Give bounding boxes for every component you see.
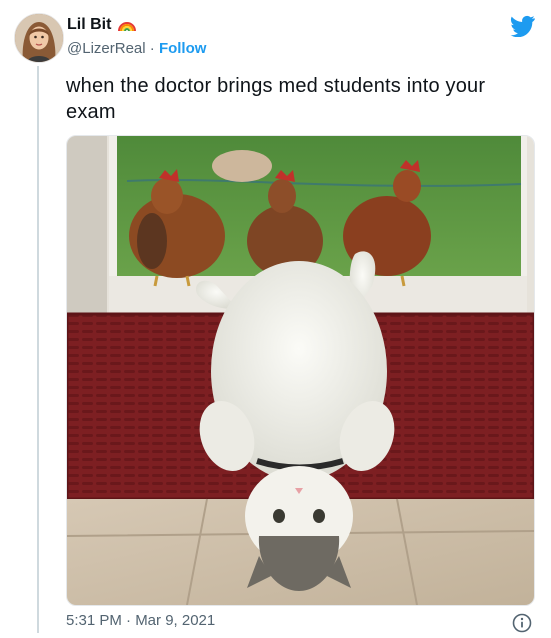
twitter-bird-icon[interactable] bbox=[510, 15, 535, 38]
follow-button[interactable]: Follow bbox=[159, 40, 207, 57]
author-display-name[interactable]: Lil Bit bbox=[67, 16, 111, 34]
tweet-text: when the doctor brings med students into… bbox=[66, 75, 486, 123]
author-handle-row: @LizerReal · Follow bbox=[67, 40, 206, 57]
tweet-photo[interactable] bbox=[66, 135, 535, 606]
tweet-timestamp[interactable]: 5:31 PM · Mar 9, 2021 bbox=[66, 612, 215, 629]
author-handle[interactable]: @LizerReal bbox=[67, 40, 146, 57]
info-icon[interactable] bbox=[512, 613, 532, 633]
thread-line bbox=[37, 66, 39, 633]
handle-separator: · bbox=[149, 40, 155, 57]
tweet-header: Lil Bit @LizerReal · Follow bbox=[0, 0, 551, 66]
author-name-row: Lil Bit bbox=[67, 16, 137, 34]
rainbow-icon bbox=[117, 18, 137, 32]
avatar[interactable] bbox=[14, 13, 64, 63]
